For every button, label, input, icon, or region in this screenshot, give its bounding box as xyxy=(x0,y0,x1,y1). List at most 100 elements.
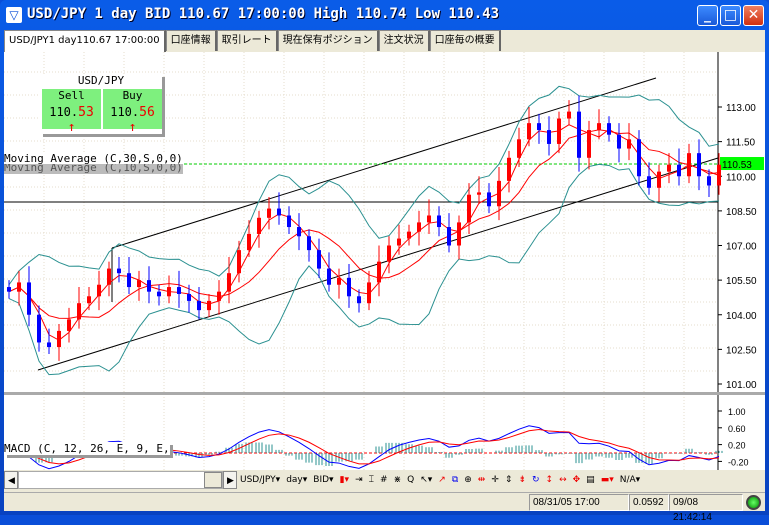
candle-down xyxy=(47,342,51,348)
candle-up xyxy=(687,153,691,177)
tab-order-status[interactable]: 注文状況 xyxy=(378,30,430,51)
price-chart[interactable]: 113.00 111.50 110.00 108.50 107.00 105.50 104.… xyxy=(4,52,765,500)
macd-label[interactable]: MACD (C, 12, 26, E, 9, E, xyxy=(4,442,170,455)
refresh-icon[interactable]: ↻ xyxy=(529,471,543,489)
cursor-icon[interactable]: ↖▾ xyxy=(417,471,435,489)
quote-panel: USD/JPY Sell 110.53 ↑ Buy 110.56 ↑ xyxy=(40,74,162,135)
grid-icon[interactable]: # xyxy=(377,471,391,489)
expand-v-icon[interactable]: ⇕ xyxy=(502,471,516,489)
candle-down xyxy=(437,215,441,228)
side-dropdown[interactable]: BID▾ xyxy=(310,471,336,489)
compress-v-icon[interactable]: ⇟ xyxy=(515,471,529,489)
ratio-v-icon[interactable]: ↕ xyxy=(543,471,557,489)
candle-down xyxy=(607,123,611,135)
expand-icon[interactable]: ✛ xyxy=(488,471,502,489)
candle-up xyxy=(207,300,211,311)
app-logo-icon: ▽ xyxy=(6,7,22,23)
candle-down xyxy=(37,314,41,343)
print-icon[interactable]: ▤ xyxy=(583,471,598,489)
candle-up xyxy=(667,164,671,172)
candle-up xyxy=(247,233,251,251)
na-dropdown[interactable]: N/A▾ xyxy=(617,471,643,489)
period-dropdown[interactable]: day▾ xyxy=(283,471,310,489)
status-bar: 08/31/05 17:00 0.0592 09/08 21:42:14 xyxy=(4,492,765,523)
y-tick-label: 107.00 xyxy=(726,242,757,253)
sell-button[interactable]: Sell 110.53 ↑ xyxy=(42,89,101,135)
crosshair-icon[interactable]: ⋇ xyxy=(391,471,405,489)
symbol-dropdown[interactable]: USD/JPY▾ xyxy=(237,471,283,489)
trendline-icon[interactable]: ↗ xyxy=(435,471,449,489)
candle-up xyxy=(377,261,381,283)
up-arrow-icon: ↑ xyxy=(128,120,137,135)
scrollbar-track[interactable] xyxy=(18,471,223,489)
candle-up xyxy=(597,123,601,131)
candle-up xyxy=(427,215,431,223)
tab-account-summary[interactable]: 口座毎の概要 xyxy=(429,30,501,51)
scroll-end-icon[interactable]: ⇥ xyxy=(352,471,366,489)
ratio-h-icon[interactable]: ↔ xyxy=(556,471,570,489)
buy-button[interactable]: Buy 110.56 ↑ xyxy=(103,89,162,135)
scrollbar-thumb[interactable] xyxy=(204,472,222,488)
candle-down xyxy=(577,111,581,158)
candle-down xyxy=(287,215,291,228)
tab-account-info[interactable]: 口座情報 xyxy=(165,30,217,51)
candle-down xyxy=(307,236,311,251)
candle-up xyxy=(167,287,171,297)
maximize-button[interactable]: □ xyxy=(720,5,741,26)
macd-tick-label: 0.60 xyxy=(728,424,746,434)
ratio-both-icon[interactable]: ✥ xyxy=(570,471,584,489)
connection-status-icon xyxy=(746,495,761,510)
candle-up xyxy=(467,194,471,223)
vertical-scale-icon[interactable]: ⌶ xyxy=(366,471,377,489)
tab-trade-rates[interactable]: 取引レート xyxy=(216,30,278,51)
y-tick-label: 105.50 xyxy=(726,276,757,287)
cursor-value: 0.0592 xyxy=(629,494,669,511)
candle-up xyxy=(67,319,71,331)
candle-down xyxy=(677,164,681,177)
sell-price-big: 110. xyxy=(49,105,79,119)
sell-price-pips: 53 xyxy=(78,105,94,120)
scroll-left-button[interactable]: ◀ xyxy=(4,471,18,489)
y-tick-label: 108.50 xyxy=(726,207,757,218)
candle-down xyxy=(317,250,321,269)
candle-up xyxy=(717,164,721,186)
candle-down xyxy=(547,130,551,144)
scroll-right-button[interactable]: ▶ xyxy=(223,471,237,489)
candle-up xyxy=(267,208,271,218)
candle-up xyxy=(237,250,241,274)
quote-icon[interactable]: Q xyxy=(404,471,417,489)
close-button[interactable]: ✕ xyxy=(743,5,764,26)
tab-open-positions[interactable]: 現在保有ポジション xyxy=(277,30,379,51)
candle-up xyxy=(227,273,231,292)
candle-down xyxy=(117,268,121,274)
candle-type-icon[interactable]: ▮▾ xyxy=(337,471,352,489)
y-tick-label: 104.00 xyxy=(726,311,757,322)
minimize-button[interactable]: _ xyxy=(697,5,718,26)
candle-up xyxy=(87,296,91,304)
y-tick-label: 113.00 xyxy=(726,103,756,114)
candle-up xyxy=(417,222,421,232)
y-tick-label: 110.00 xyxy=(726,172,756,183)
client-area: USD/JPY1 day110.67 17:00:00 口座情報 取引レート 現… xyxy=(4,30,765,523)
candle-up xyxy=(587,130,591,158)
compress-h-icon[interactable]: ⇹ xyxy=(475,471,489,489)
candle-down xyxy=(637,139,641,177)
zoom-icon[interactable]: ⊕ xyxy=(461,471,475,489)
object-icon[interactable]: ⧉ xyxy=(449,471,461,489)
candle-down xyxy=(297,227,301,237)
na-value: N/A xyxy=(619,475,636,485)
current-price-label: 110.53 xyxy=(722,160,752,171)
candle-up xyxy=(457,222,461,246)
line-color-icon[interactable]: ▬▾ xyxy=(598,471,617,489)
candle-up xyxy=(367,282,371,304)
candle-down xyxy=(197,300,201,311)
buy-price-big: 110. xyxy=(110,105,140,119)
y-tick-label: 111.50 xyxy=(726,138,756,149)
channel-upper-line xyxy=(111,77,657,249)
candle-down xyxy=(277,208,281,216)
candle-down xyxy=(707,176,711,186)
ma10-label[interactable]: Moving Average (C,10,S,0,0) xyxy=(4,164,183,174)
candle-down xyxy=(7,287,11,292)
candle-down xyxy=(617,134,621,149)
tab-chart[interactable]: USD/JPY1 day110.67 17:00:00 xyxy=(4,30,166,52)
